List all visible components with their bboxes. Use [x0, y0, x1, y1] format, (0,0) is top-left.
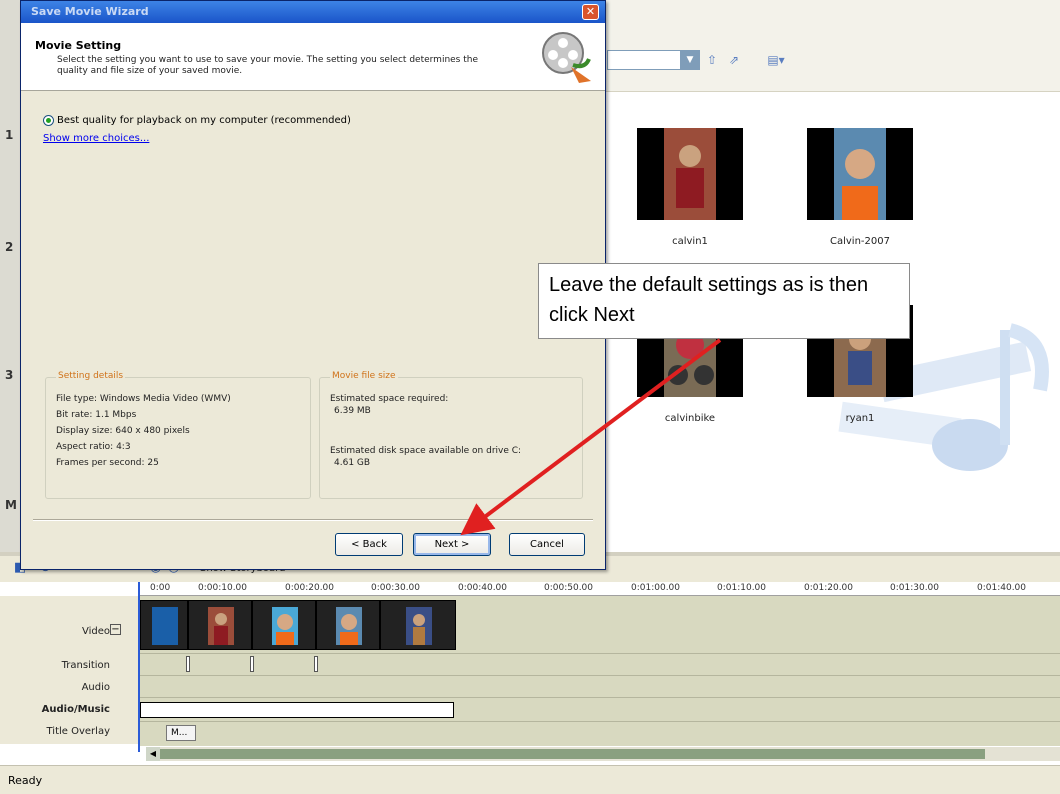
views-icon[interactable]: ▤▾	[762, 50, 790, 70]
video-track[interactable]	[138, 596, 1060, 654]
timeline-scrollbar[interactable]: ◀	[146, 747, 1060, 761]
scrollbar-thumb[interactable]	[160, 749, 985, 759]
page-description: Select the setting you want to use to sa…	[57, 55, 479, 76]
task-step-number: 2	[5, 240, 14, 254]
detail-aspect-ratio: Aspect ratio: 4:3	[56, 442, 131, 452]
cancel-button[interactable]: Cancel	[509, 533, 585, 556]
setting-details-legend: Setting details	[56, 371, 126, 381]
best-quality-option[interactable]: Best quality for playback on my computer…	[43, 115, 351, 126]
clip-label: calvinbike	[664, 413, 716, 424]
setting-details-group: Setting details File type: Windows Media…	[45, 371, 311, 499]
instruction-callout: Leave the default settings as is then cl…	[538, 263, 910, 339]
best-quality-label: Best quality for playback on my computer…	[57, 115, 351, 126]
audio-music-track[interactable]	[138, 698, 1060, 722]
status-bar: Ready	[0, 765, 1060, 794]
timeline-tracks[interactable]: M...	[138, 596, 1060, 746]
space-available-value: 4.61 GB	[334, 458, 371, 468]
transition-marker[interactable]	[314, 656, 318, 672]
radio-selected-icon[interactable]	[43, 115, 54, 126]
wizard-body: Best quality for playback on my computer…	[21, 91, 605, 511]
callout-text: Leave the default settings as is then cl…	[549, 274, 869, 326]
ruler-tick-label: 0:01:10.00	[717, 583, 767, 593]
show-more-choices-link[interactable]: Show more choices...	[43, 133, 149, 144]
wizard-header: Movie Setting Select the setting you wan…	[21, 23, 605, 91]
transition-marker[interactable]	[250, 656, 254, 672]
collapse-icon[interactable]: −	[110, 624, 121, 635]
video-clip[interactable]	[380, 600, 456, 650]
video-clip[interactable]	[188, 600, 252, 650]
status-text: Ready	[8, 774, 43, 787]
up-folder-icon[interactable]: ⇧	[702, 50, 722, 70]
task-step-number: 3	[5, 368, 14, 382]
detail-frames-per-second: Frames per second: 25	[56, 458, 159, 468]
track-labels: Video − Transition Audio Audio/Music Tit…	[0, 596, 138, 744]
ruler-tick-label: 0:00:10.00	[198, 583, 248, 593]
space-required-value: 6.39 MB	[334, 406, 371, 416]
movie-file-size-group: Movie file size Estimated space required…	[319, 371, 583, 499]
detail-display-size: Display size: 640 x 480 pixels	[56, 426, 190, 436]
ruler-tick-label: 0:00:20.00	[285, 583, 335, 593]
music-clip[interactable]	[140, 702, 454, 718]
clip-thumbnail[interactable]: calvin1	[636, 128, 744, 247]
task-step-number: 1	[5, 128, 14, 142]
footer-divider	[33, 519, 593, 521]
save-movie-wizard-dialog: Save Movie Wizard ✕ Movie Setting Select…	[20, 0, 606, 570]
new-folder-icon[interactable]: ⇗	[724, 50, 744, 70]
collection-dropdown[interactable]	[607, 50, 682, 70]
video-clip[interactable]	[252, 600, 316, 650]
video-clip[interactable]	[316, 600, 380, 650]
ruler-tick-label: 0:00:50.00	[544, 583, 594, 593]
title-overlay-track[interactable]: M...	[138, 722, 1060, 744]
transition-track[interactable]	[138, 654, 1060, 676]
clip-image	[807, 128, 913, 220]
detail-bit-rate: Bit rate: 1.1 Mbps	[56, 410, 137, 420]
collections-toolbar	[605, 0, 1060, 92]
title-overlay-clip[interactable]: M...	[166, 725, 196, 741]
ruler-tick-label: 0:01:30.00	[890, 583, 940, 593]
chevron-down-icon[interactable]: ▼	[680, 50, 700, 70]
film-reel-icon	[542, 32, 591, 83]
close-button[interactable]: ✕	[582, 4, 599, 20]
track-label-audio-music: Audio/Music	[41, 704, 110, 715]
clip-label: Calvin-2007	[830, 236, 890, 247]
dialog-title-bar[interactable]: Save Movie Wizard ✕	[21, 1, 605, 23]
track-label-title-overlay: Title Overlay	[46, 726, 111, 737]
video-clip[interactable]	[140, 600, 188, 650]
clip-thumbnail[interactable]: Calvin-2007	[806, 128, 914, 247]
clip-label: ryan1	[845, 413, 875, 424]
detail-file-type: File type: Windows Media Video (WMV)	[56, 394, 231, 404]
audio-track[interactable]	[138, 676, 1060, 698]
ruler-tick-label: 0:00:40.00	[458, 583, 508, 593]
ruler-tick-label: 0:00:30.00	[371, 583, 421, 593]
dialog-title: Save Movie Wizard	[31, 5, 149, 18]
track-label-transition: Transition	[61, 660, 110, 671]
playhead[interactable]	[138, 582, 140, 752]
ruler-tick-label: 0:01:40.00	[977, 583, 1027, 593]
task-step-number: M	[5, 498, 17, 512]
clip-label: calvin1	[672, 236, 708, 247]
back-button[interactable]: < Back	[335, 533, 403, 556]
ruler-tick-label: 0:00	[150, 583, 171, 593]
movie-file-size-legend: Movie file size	[330, 371, 398, 381]
clip-image	[637, 128, 743, 220]
ruler-tick-label: 0:01:00.00	[631, 583, 681, 593]
track-label-audio: Audio	[81, 682, 110, 693]
transition-marker[interactable]	[186, 656, 190, 672]
timeline-ruler[interactable]: 0:00 0:00:10.00 0:00:20.00 0:00:30.00 0:…	[138, 582, 1060, 596]
ruler-tick-label: 0:01:20.00	[804, 583, 854, 593]
page-title: Movie Setting	[35, 39, 122, 52]
track-label-video: Video	[81, 626, 110, 637]
next-button[interactable]: Next >	[413, 533, 491, 556]
scroll-left-icon[interactable]: ◀	[146, 747, 160, 761]
space-required-label: Estimated space required:	[330, 394, 449, 404]
space-available-label: Estimated disk space available on drive …	[330, 446, 522, 456]
